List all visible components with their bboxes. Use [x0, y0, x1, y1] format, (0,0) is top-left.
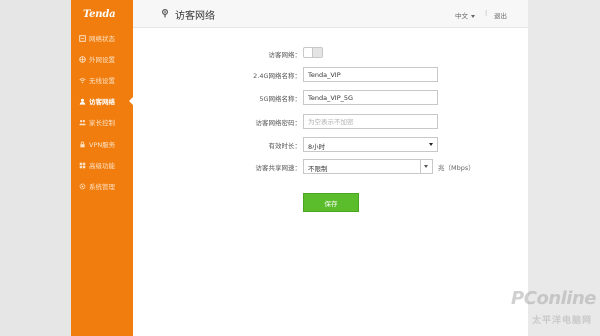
sidebar-item-guest-network[interactable]: 访客网络	[71, 94, 133, 108]
bandwidth-select[interactable]: 不限制	[303, 159, 433, 174]
ssid-24g-row: 2.4G网络名称：	[133, 67, 528, 83]
vpn-icon	[79, 141, 86, 148]
language-label: 中文	[455, 12, 468, 20]
top-bar: 访客网络 中文 | 退出	[133, 0, 528, 28]
duration-row: 有效时长： 8小时	[133, 137, 528, 153]
main-panel: 访客网络 中文 | 退出 访客网络： 2.4G网络名称： 5G网络名称： 访客网…	[133, 0, 528, 336]
parental-icon	[79, 119, 86, 126]
chevron-down-icon	[471, 14, 475, 18]
page-title: 访客网络	[175, 11, 215, 22]
sidebar-item-vpn[interactable]: VPN服务	[71, 137, 133, 151]
sidebar: Tenda 网络状态 外网设置 无线设置 访客网络 家长控制 VPN服务 高级功…	[71, 0, 133, 336]
watermark-logo: PConline	[511, 288, 596, 309]
sidebar-item-label: 高级功能	[89, 162, 115, 170]
sidebar-item-system[interactable]: 系统管理	[71, 179, 133, 193]
bandwidth-label: 访客共享网速：	[255, 164, 302, 172]
sidebar-item-label: 家长控制	[89, 119, 115, 127]
tenda-logo: Tenda	[83, 9, 116, 20]
left-margin	[0, 0, 71, 336]
duration-value: 8小时	[308, 143, 326, 151]
chevron-down-icon	[424, 165, 428, 168]
pconline-watermark: PConline 太平洋电脑网	[470, 288, 596, 332]
header-separator: |	[485, 9, 488, 17]
sidebar-item-advanced[interactable]: 高级功能	[71, 158, 133, 172]
bandwidth-value: 不限制	[308, 165, 328, 173]
ssid-24g-input[interactable]	[303, 67, 438, 82]
ssid-24g-label: 2.4G网络名称：	[253, 72, 301, 80]
sidebar-item-label: 网络状态	[89, 35, 115, 43]
guest-icon	[79, 98, 86, 105]
ssid-5g-label: 5G网络名称：	[259, 95, 301, 103]
globe-icon	[79, 55, 86, 63]
guest-password-label: 访客网络密码：	[255, 119, 302, 127]
sidebar-item-label: 系统管理	[89, 183, 115, 191]
gear-icon	[79, 183, 86, 190]
ssid-5g-input[interactable]	[303, 90, 438, 105]
toggle-knob	[312, 48, 322, 57]
sidebar-item-network-status[interactable]: 网络状态	[71, 31, 133, 45]
bandwidth-unit: 兆（Mbps）	[438, 164, 475, 172]
guest-password-input[interactable]	[303, 114, 438, 129]
sidebar-item-parental-control[interactable]: 家长控制	[71, 115, 133, 129]
chevron-down-icon	[429, 143, 433, 146]
language-selector[interactable]: 中文	[455, 10, 475, 20]
sidebar-item-label: 无线设置	[89, 77, 115, 85]
sidebar-item-label: 外网设置	[89, 56, 115, 64]
duration-label: 有效时长：	[268, 142, 302, 150]
save-button[interactable]: 保存	[303, 193, 359, 212]
logout-link[interactable]: 退出	[494, 10, 507, 20]
guest-network-toggle[interactable]	[303, 47, 323, 58]
sidebar-item-label: VPN服务	[89, 141, 116, 149]
watermark-subtitle: 太平洋电脑网	[531, 316, 592, 326]
sidebar-item-wireless-settings[interactable]: 无线设置	[71, 73, 133, 87]
guest-network-icon	[162, 9, 168, 18]
bandwidth-row: 访客共享网速： 不限制 兆（Mbps）	[133, 159, 528, 175]
sidebar-item-wan-settings[interactable]: 外网设置	[71, 52, 133, 66]
guest-network-row: 访客网络：	[133, 46, 528, 62]
guest-password-row: 访客网络密码：	[133, 114, 528, 130]
right-margin	[528, 0, 600, 336]
sidebar-item-label: 访客网络	[89, 98, 115, 106]
network-status-icon	[79, 34, 86, 42]
wifi-icon	[79, 77, 86, 84]
ssid-5g-row: 5G网络名称：	[133, 90, 528, 106]
combo-divider	[420, 160, 421, 173]
guest-network-label: 访客网络：	[268, 51, 302, 59]
duration-select[interactable]: 8小时	[303, 137, 438, 152]
advanced-icon	[79, 162, 86, 169]
